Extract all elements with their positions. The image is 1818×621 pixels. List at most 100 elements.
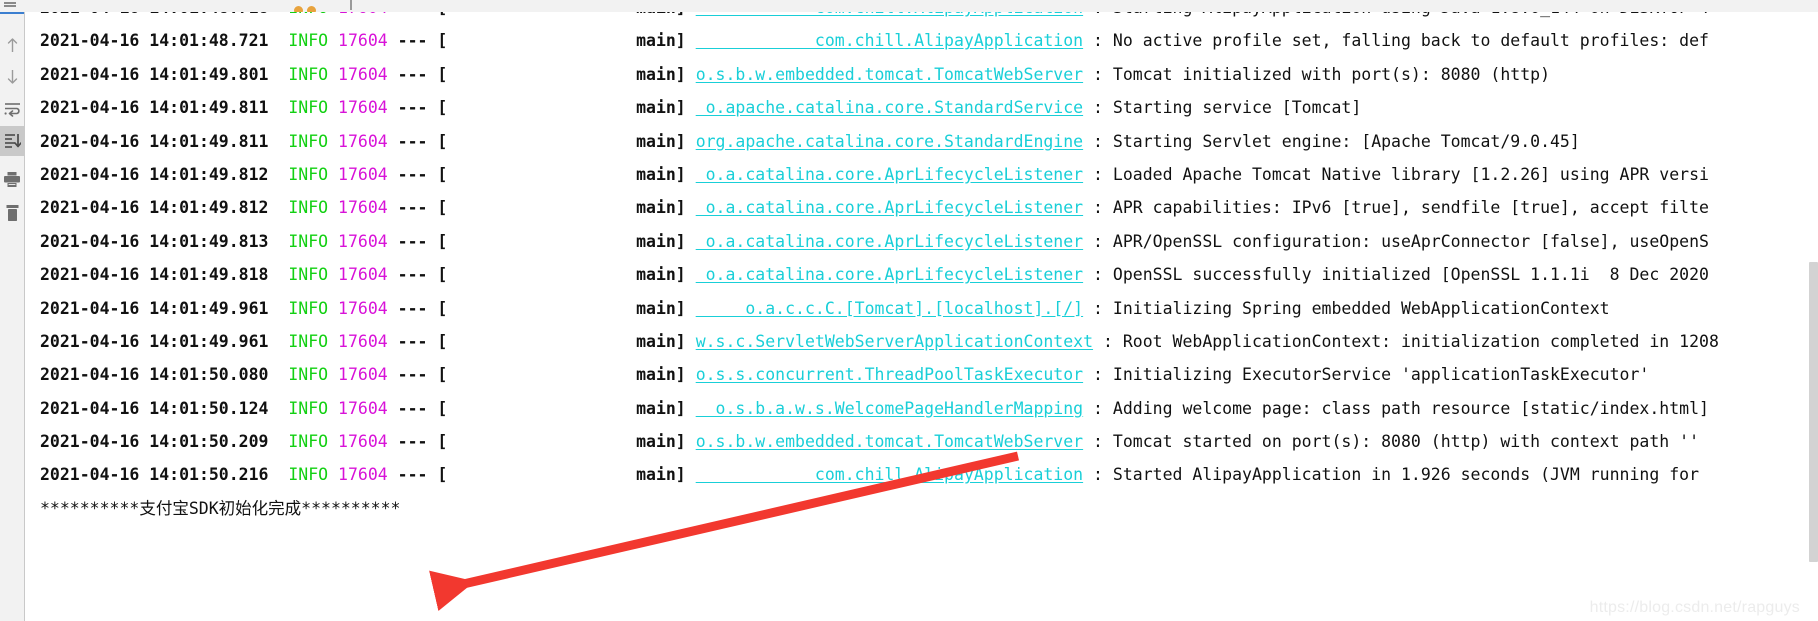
log-gap bbox=[328, 365, 338, 384]
log-timestamp: 2021-04-16 14:01:50.209 bbox=[40, 432, 289, 452]
log-logger-link[interactable]: w.s.c.ServletWebServerApplicationContext bbox=[696, 332, 1093, 351]
log-logger-link[interactable]: o.a.catalina.core.AprLifecycleListener bbox=[696, 232, 1084, 251]
console-toolbar bbox=[0, 12, 25, 621]
log-thread: main] bbox=[447, 31, 696, 51]
log-line: 2021-04-16 14:01:48.721 INFO 17604 --- [… bbox=[25, 24, 1818, 57]
log-thread: main] bbox=[447, 198, 696, 218]
log-level: INFO bbox=[288, 432, 329, 452]
log-logger-link[interactable]: org.apache.catalina.core.StandardEngine bbox=[696, 132, 1083, 151]
log-message: : Tomcat started on port(s): 8080 (http)… bbox=[1083, 432, 1700, 452]
log-pid: 17604 bbox=[338, 265, 388, 285]
site-watermark: https://blog.csdn.net/rapguys bbox=[1589, 599, 1800, 616]
log-thread: main] bbox=[447, 398, 696, 418]
log-thread: main] bbox=[447, 265, 696, 285]
run-console-window: 2021-04-16 14:01:48.718 INFO 17604 --- [… bbox=[0, 0, 1818, 621]
log-timestamp: 2021-04-16 14:01:49.811 bbox=[40, 131, 289, 151]
log-logger-link[interactable]: o.s.b.a.w.s.WelcomePageHandlerMapping bbox=[696, 399, 1084, 418]
log-separator: --- [ bbox=[387, 331, 448, 351]
log-message: : APR/OpenSSL configuration: useAprConne… bbox=[1083, 231, 1709, 251]
log-logger-link[interactable]: o.s.b.w.embedded.tomcat.TomcatWebServer bbox=[696, 65, 1083, 84]
log-level: INFO bbox=[288, 131, 329, 151]
log-logger-link[interactable]: o.s.b.w.embedded.tomcat.TomcatWebServer bbox=[696, 432, 1083, 451]
log-line: 2021-04-16 14:01:49.811 INFO 17604 --- [… bbox=[25, 91, 1818, 124]
console-plain-line: **********支付宝SDK初始化完成********** bbox=[40, 498, 401, 518]
log-thread: main] bbox=[447, 331, 696, 351]
log-timestamp: 2021-04-16 14:01:48.721 bbox=[40, 31, 289, 51]
log-line: 2021-04-16 14:01:50.080 INFO 17604 --- [… bbox=[25, 358, 1818, 391]
log-timestamp: 2021-04-16 14:01:49.961 bbox=[40, 298, 289, 318]
log-separator: --- [ bbox=[387, 164, 448, 184]
log-pid: 17604 bbox=[338, 331, 388, 351]
log-timestamp: 2021-04-16 14:01:49.812 bbox=[40, 198, 289, 218]
log-logger-link[interactable]: o.a.catalina.core.AprLifecycleListener bbox=[696, 265, 1084, 284]
log-logger-link[interactable]: com.chill.AlipayApplication bbox=[696, 31, 1083, 50]
log-separator: --- [ bbox=[387, 465, 448, 485]
log-logger-link[interactable]: com.chill.AlipayApplication bbox=[696, 465, 1083, 484]
log-lines: 2021-04-16 14:01:48.718 INFO 17604 --- [… bbox=[25, 12, 1818, 525]
log-separator: --- [ bbox=[387, 64, 448, 84]
log-separator: --- [ bbox=[387, 298, 448, 318]
log-pid: 17604 bbox=[338, 298, 388, 318]
log-timestamp: 2021-04-16 14:01:49.812 bbox=[40, 164, 289, 184]
log-thread: main] bbox=[447, 365, 696, 385]
log-level: INFO bbox=[288, 164, 329, 184]
log-level: INFO bbox=[288, 12, 328, 17]
log-thread: main] bbox=[447, 164, 696, 184]
log-message: : Loaded Apache Tomcat Native library [1… bbox=[1083, 164, 1709, 184]
log-pid: 17604 bbox=[338, 231, 388, 251]
log-logger-link[interactable]: o.apache.catalina.core.StandardService bbox=[696, 98, 1084, 117]
scroll-up-icon[interactable] bbox=[0, 30, 24, 60]
log-message: : Initializing Spring embedded WebApplic… bbox=[1083, 298, 1610, 318]
scroll-to-end-icon[interactable] bbox=[0, 126, 24, 156]
log-timestamp: 2021-04-16 14:01:50.216 bbox=[40, 465, 289, 485]
log-separator: --- [ bbox=[387, 198, 448, 218]
log-timestamp: 2021-04-16 14:01:49.801 bbox=[40, 64, 289, 84]
log-thread: main] bbox=[447, 64, 696, 84]
console-output-area[interactable]: 2021-04-16 14:01:48.718 INFO 17604 --- [… bbox=[25, 12, 1818, 621]
log-gap bbox=[328, 332, 338, 351]
log-pid: 17604 bbox=[338, 398, 388, 418]
menu-icon[interactable] bbox=[2, 1, 18, 9]
log-line: 2021-04-16 14:01:49.812 INFO 17604 --- [… bbox=[25, 191, 1818, 224]
log-line: 2021-04-16 14:01:49.813 INFO 17604 --- [… bbox=[25, 225, 1818, 258]
vertical-scrollbar-thumb[interactable] bbox=[1809, 262, 1818, 562]
log-level: INFO bbox=[288, 231, 329, 251]
log-level: INFO bbox=[288, 98, 329, 118]
log-logger-link[interactable]: o.a.c.c.C.[Tomcat].[localhost].[/] bbox=[696, 299, 1083, 318]
scroll-down-icon[interactable] bbox=[0, 62, 24, 92]
log-gap bbox=[328, 399, 338, 418]
log-separator: --- [ bbox=[387, 265, 448, 285]
log-separator: --- [ bbox=[388, 12, 448, 17]
log-gap bbox=[328, 432, 338, 451]
trash-icon[interactable] bbox=[0, 198, 24, 228]
log-logger-link[interactable]: o.a.catalina.core.AprLifecycleListener bbox=[696, 198, 1084, 217]
log-logger-link[interactable]: o.s.s.concurrent.ThreadPoolTaskExecutor bbox=[696, 365, 1083, 384]
log-message: : APR capabilities: IPv6 [true], sendfil… bbox=[1083, 198, 1709, 218]
log-message: : Root WebApplicationContext: initializa… bbox=[1093, 331, 1719, 351]
log-message: : Starting service [Tomcat] bbox=[1083, 98, 1362, 118]
log-line: 2021-04-16 14:01:50.209 INFO 17604 --- [… bbox=[25, 425, 1818, 458]
log-timestamp: 2021-04-16 14:01:49.818 bbox=[40, 265, 289, 285]
log-gap bbox=[328, 98, 338, 117]
log-level: INFO bbox=[288, 265, 329, 285]
log-line: 2021-04-16 14:01:49.801 INFO 17604 --- [… bbox=[25, 58, 1818, 91]
log-line: 2021-04-16 14:01:49.811 INFO 17604 --- [… bbox=[25, 125, 1818, 158]
soft-wrap-icon[interactable] bbox=[0, 94, 24, 124]
tab-status-dots-icon bbox=[294, 0, 334, 15]
log-gap bbox=[328, 265, 338, 284]
vertical-scrollbar[interactable] bbox=[1809, 12, 1818, 621]
log-separator: --- [ bbox=[387, 98, 448, 118]
log-gap bbox=[328, 31, 338, 50]
log-level: INFO bbox=[288, 31, 329, 51]
print-icon[interactable] bbox=[0, 164, 24, 194]
log-line: 2021-04-16 14:01:49.812 INFO 17604 --- [… bbox=[25, 158, 1818, 191]
log-line: 2021-04-16 14:01:48.718 INFO 17604 --- [… bbox=[25, 12, 1818, 24]
log-pid: 17604 bbox=[338, 12, 388, 17]
log-level: INFO bbox=[288, 298, 329, 318]
log-message: : Starting Servlet engine: [Apache Tomca… bbox=[1083, 131, 1580, 151]
log-logger-link[interactable]: o.a.catalina.core.AprLifecycleListener bbox=[696, 165, 1084, 184]
log-logger-link[interactable]: com.chill.AlipayApplication bbox=[696, 12, 1083, 17]
log-line: 2021-04-16 14:01:49.961 INFO 17604 --- [… bbox=[25, 325, 1818, 358]
log-pid: 17604 bbox=[338, 64, 388, 84]
log-message: : No active profile set, falling back to… bbox=[1083, 31, 1709, 51]
